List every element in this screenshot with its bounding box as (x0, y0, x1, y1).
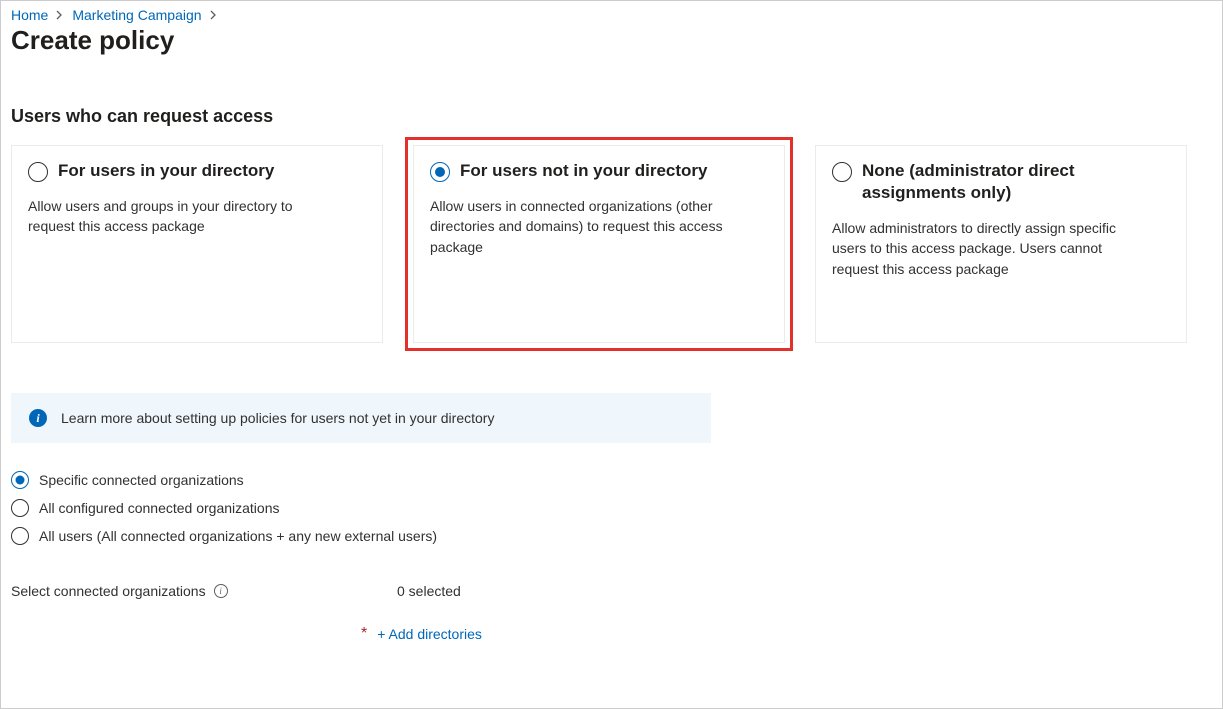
radio-all-users[interactable]: All users (All connected organizations +… (11, 527, 1212, 545)
help-icon[interactable]: i (214, 584, 228, 598)
radio-all-configured-connected-orgs[interactable]: All configured connected organizations (11, 499, 1212, 517)
radio-label: All users (All connected organizations +… (39, 528, 437, 544)
radio-icon[interactable] (832, 162, 852, 182)
section-heading-users-request: Users who can request access (11, 106, 1212, 127)
radio-label: Specific connected organizations (39, 472, 244, 488)
card-title: For users in your directory (58, 160, 274, 182)
breadcrumb-home[interactable]: Home (11, 7, 48, 23)
breadcrumb: Home Marketing Campaign (11, 7, 1212, 23)
info-icon: i (29, 409, 47, 427)
required-indicator: * (361, 625, 367, 643)
info-banner-text: Learn more about setting up policies for… (61, 410, 494, 426)
radio-icon[interactable] (430, 162, 450, 182)
radio-icon[interactable] (11, 499, 29, 517)
card-description: Allow administrators to directly assign … (832, 218, 1132, 279)
radio-icon[interactable] (11, 527, 29, 545)
card-description: Allow users in connected organizations (… (430, 196, 730, 257)
info-banner[interactable]: i Learn more about setting up policies f… (11, 393, 711, 443)
radio-icon[interactable] (28, 162, 48, 182)
card-users-in-directory[interactable]: For users in your directory Allow users … (11, 145, 383, 343)
card-title: For users not in your directory (460, 160, 708, 182)
card-description: Allow users and groups in your directory… (28, 196, 328, 237)
radio-label: All configured connected organizations (39, 500, 280, 516)
add-directories-link[interactable]: + Add directories (377, 626, 482, 642)
request-scope-cards: For users in your directory Allow users … (11, 145, 1212, 343)
page-title: Create policy (11, 25, 1212, 56)
radio-icon[interactable] (11, 471, 29, 489)
connected-org-scope-radiogroup: Specific connected organizations All con… (11, 471, 1212, 545)
chevron-right-icon (56, 7, 64, 23)
card-none-admin-only[interactable]: None (administrator direct assignments o… (815, 145, 1187, 343)
select-connected-orgs-label: Select connected organizations i (11, 583, 361, 599)
field-label: Select connected organizations (11, 583, 206, 599)
card-title: None (administrator direct assignments o… (862, 160, 1170, 204)
chevron-right-icon (210, 7, 218, 23)
radio-specific-connected-orgs[interactable]: Specific connected organizations (11, 471, 1212, 489)
breadcrumb-marketing-campaign[interactable]: Marketing Campaign (72, 7, 201, 23)
card-users-not-in-directory[interactable]: For users not in your directory Allow us… (413, 145, 785, 343)
selected-count: 0 selected (397, 583, 482, 599)
